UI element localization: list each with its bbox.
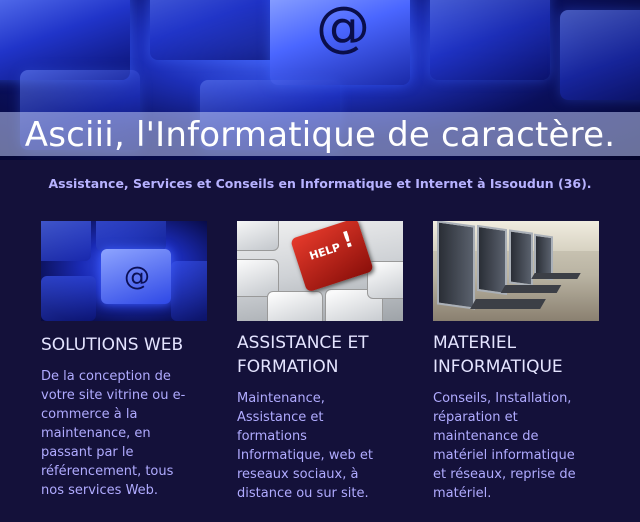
service-materiel-informatique: MATERIEL INFORMATIQUE Conseils, Installa… [433,221,623,503]
service-solutions-web: @ SOLUTIONS WEB De la conception de votr… [41,221,231,500]
service-description: Maintenance, Assistance et formations In… [237,391,373,501]
service-heading: SOLUTIONS WEB [41,335,184,355]
service-description: Conseils, Installation, réparation et ma… [433,391,576,501]
service-description: De la conception de votre site vitrine o… [41,369,186,498]
page-title: Asciii, l'Informatique de caractère. [24,115,616,155]
service-assistance-formation: HELP ! ASSISTANCE ET FORMATION Maintenan… [237,221,427,503]
at-sign-icon: @ [124,262,150,292]
help-keyboard-image: HELP ! [237,221,403,321]
at-sign-icon: @ [316,0,370,58]
service-heading: ASSISTANCE ET FORMATION [237,333,369,377]
service-heading: MATERIEL INFORMATIQUE [433,333,563,377]
page-subtitle: Assistance, Services et Conseils en Info… [48,176,592,191]
computer-lab-image [433,221,599,321]
web-keyboard-image: @ [41,221,207,321]
